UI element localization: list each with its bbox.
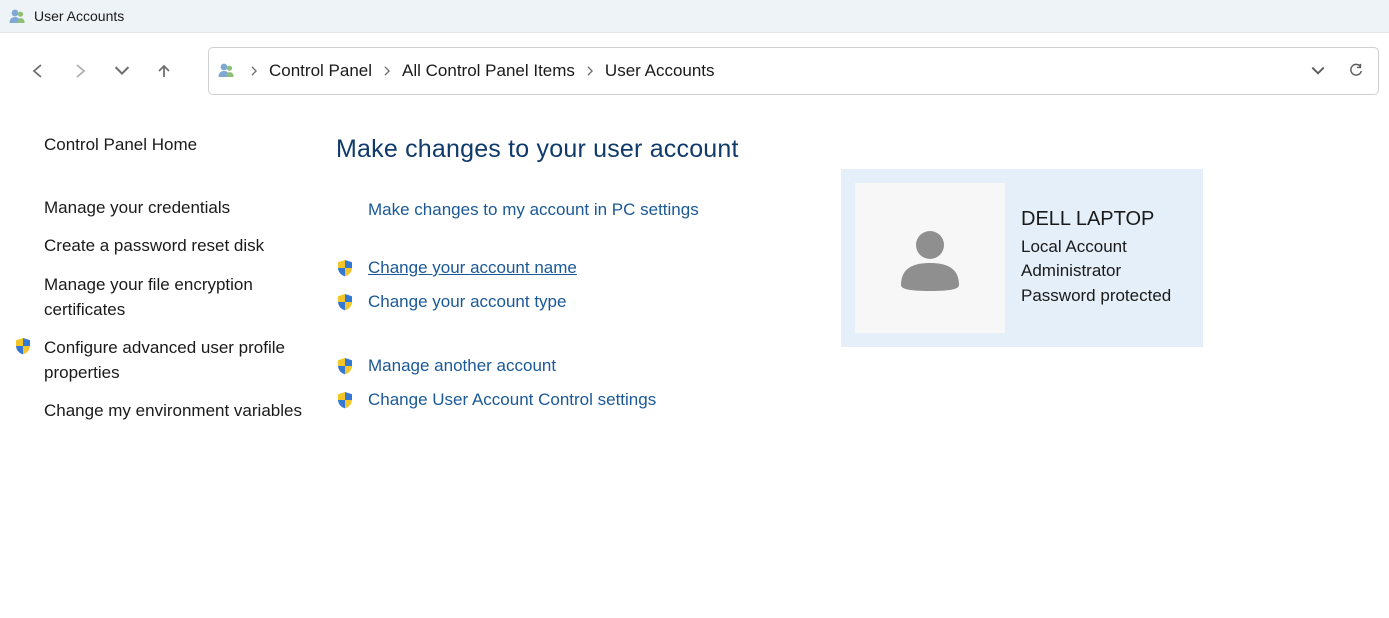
sidebar-item-environment-vars[interactable]: Change my environment variables [44,399,310,424]
link-label: Change your account name [368,258,577,278]
pc-settings-link[interactable]: Make changes to my account in PC setting… [336,200,841,220]
address-history-dropdown[interactable] [1304,57,1332,85]
user-password-status: Password protected [1021,284,1171,309]
control-panel-home[interactable]: Control Panel Home [44,133,310,158]
up-button[interactable] [146,53,182,89]
user-accounts-icon [8,7,26,25]
window-title: User Accounts [34,8,124,24]
address-icon [217,61,237,81]
sidebar-item-label: Create a password reset disk [44,234,264,259]
recent-dropdown[interactable] [104,53,140,89]
shield-icon [336,259,368,277]
manage-another-account-link[interactable]: Manage another account [336,356,841,376]
sidebar-item-label: Configure advanced user profile properti… [44,336,310,385]
chevron-right-icon[interactable] [579,63,601,79]
sidebar-home-label: Control Panel Home [44,133,197,158]
nav-row: Control Panel All Control Panel Items Us… [0,33,1389,105]
pc-settings-link-label: Make changes to my account in PC setting… [368,200,699,220]
chevron-right-icon[interactable] [243,63,265,79]
user-name: DELL LAPTOP [1021,208,1171,231]
avatar [855,183,1005,333]
sidebar: Control Panel Home Manage your credentia… [0,105,320,438]
shield-icon [336,357,368,375]
sidebar-item-label: Manage your credentials [44,196,230,221]
back-button[interactable] [20,53,56,89]
page-title: Make changes to your user account [336,135,841,164]
sidebar-item-label: Change my environment variables [44,399,302,424]
breadcrumb-user-accounts[interactable]: User Accounts [601,57,719,85]
link-label: Change your account type [368,292,566,312]
user-card: DELL LAPTOP Local Account Administrator … [841,169,1203,347]
user-info: DELL LAPTOP Local Account Administrator … [1005,208,1171,309]
sidebar-item-advanced-profile[interactable]: Configure advanced user profile properti… [44,336,310,385]
forward-button[interactable] [62,53,98,89]
title-bar: User Accounts [0,0,1389,33]
address-bar[interactable]: Control Panel All Control Panel Items Us… [208,47,1379,95]
content: Control Panel Home Manage your credentia… [0,105,1389,438]
main: Make changes to your user account Make c… [320,105,1389,438]
shield-icon [336,391,368,409]
user-role: Administrator [1021,259,1171,284]
change-account-name-link[interactable]: Change your account name [336,258,841,278]
shield-icon [336,293,368,311]
link-label: Manage another account [368,356,556,376]
shield-icon [14,337,32,362]
chevron-right-icon[interactable] [376,63,398,79]
sidebar-item-manage-credentials[interactable]: Manage your credentials [44,196,310,221]
sidebar-item-file-encryption[interactable]: Manage your file encryption certificates [44,273,310,322]
sidebar-item-password-reset-disk[interactable]: Create a password reset disk [44,234,310,259]
link-label: Change User Account Control settings [368,390,656,410]
sidebar-item-label: Manage your file encryption certificates [44,273,310,322]
breadcrumb-control-panel[interactable]: Control Panel [265,57,376,85]
change-account-type-link[interactable]: Change your account type [336,292,841,312]
user-account-type: Local Account [1021,235,1171,260]
refresh-button[interactable] [1342,57,1370,85]
change-uac-settings-link[interactable]: Change User Account Control settings [336,390,841,410]
breadcrumb-all-items[interactable]: All Control Panel Items [398,57,579,85]
